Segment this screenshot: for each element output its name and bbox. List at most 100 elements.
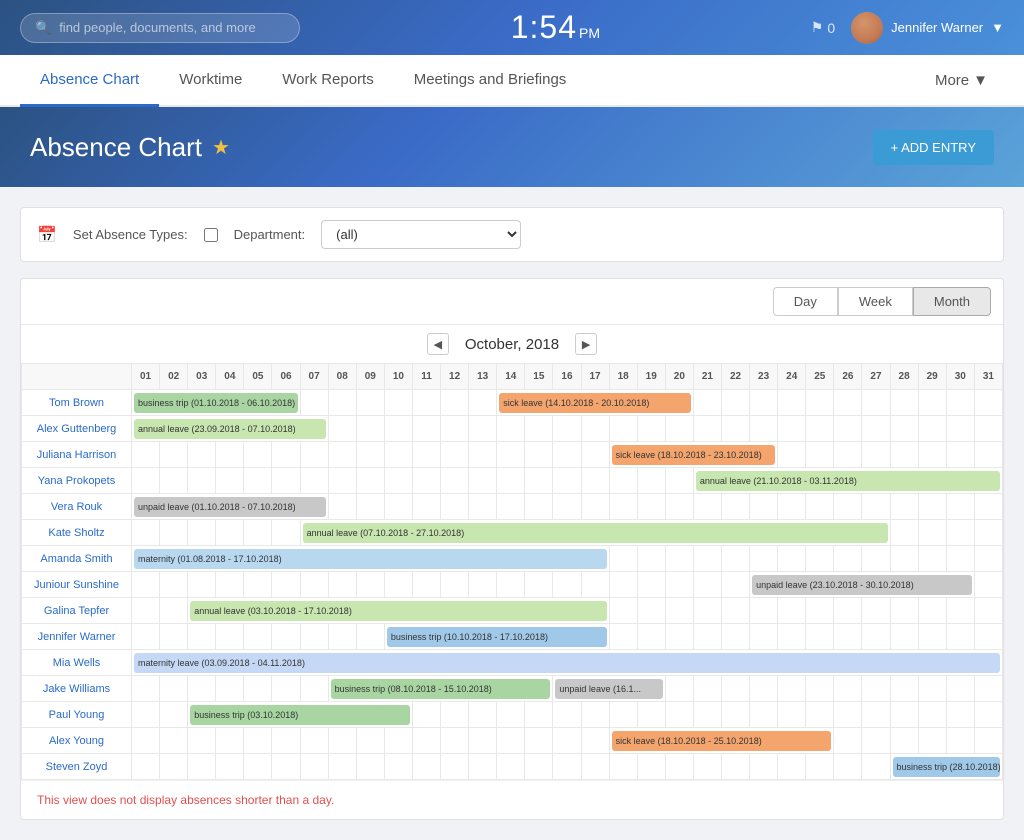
day-cell bbox=[890, 702, 918, 728]
day-cell bbox=[272, 754, 300, 780]
view-month-button[interactable]: Month bbox=[913, 287, 991, 316]
absence-types-checkbox[interactable] bbox=[204, 228, 218, 242]
absence-bar[interactable]: annual leave (21.10.2018 - 03.11.2018) bbox=[696, 471, 1000, 491]
day-cell bbox=[918, 390, 946, 416]
calendar-table-container: 0102030405060708091011121314151617181920… bbox=[21, 363, 1003, 780]
day-cell bbox=[132, 728, 160, 754]
day-cell bbox=[581, 754, 609, 780]
day-cell bbox=[328, 442, 356, 468]
day-cell bbox=[890, 624, 918, 650]
day-cell bbox=[637, 598, 665, 624]
nav-work-reports[interactable]: Work Reports bbox=[262, 55, 393, 107]
notification-icon[interactable]: ⚑ 0 bbox=[811, 19, 835, 36]
day-cell bbox=[216, 520, 244, 546]
day-cell bbox=[721, 676, 749, 702]
day-cell bbox=[693, 416, 721, 442]
employee-name[interactable]: Jake Williams bbox=[22, 676, 132, 702]
absence-bar[interactable]: sick leave (18.10.2018 - 23.10.2018) bbox=[612, 445, 776, 465]
absence-bar[interactable]: business trip (03.10.2018) bbox=[190, 705, 410, 725]
nav-more[interactable]: More ▼ bbox=[919, 55, 1004, 105]
employee-name[interactable]: Steven Zoyd bbox=[22, 754, 132, 780]
employee-name[interactable]: Galina Tepfer bbox=[22, 598, 132, 624]
absence-bar[interactable]: business trip (08.10.2018 - 15.10.2018) bbox=[331, 679, 551, 699]
employee-name[interactable]: Yana Prokopets bbox=[22, 468, 132, 494]
day-cell bbox=[750, 598, 778, 624]
prev-month-button[interactable]: ◀ bbox=[427, 333, 449, 355]
calendar-card: Day Week Month ◀ October, 2018 ▶ 0102030… bbox=[20, 278, 1004, 820]
day-cell bbox=[328, 572, 356, 598]
day-cell bbox=[356, 468, 384, 494]
absence-bar[interactable]: annual leave (23.09.2018 - 07.10.2018) bbox=[134, 419, 326, 439]
absence-bar[interactable]: annual leave (03.10.2018 - 17.10.2018) bbox=[190, 601, 606, 621]
absence-bar[interactable]: annual leave (07.10.2018 - 27.10.2018) bbox=[303, 523, 888, 543]
employee-name[interactable]: Alex Guttenberg bbox=[22, 416, 132, 442]
day-cell bbox=[132, 468, 160, 494]
day-cell bbox=[553, 468, 581, 494]
day-cell bbox=[497, 728, 525, 754]
day-cell bbox=[216, 728, 244, 754]
absence-bar[interactable]: sick leave (14.10.2018 - 20.10.2018) bbox=[499, 393, 691, 413]
day-cell bbox=[918, 702, 946, 728]
day-cell: sick leave (14.10.2018 - 20.10.2018) bbox=[497, 390, 694, 416]
day-cell bbox=[272, 624, 300, 650]
employee-name[interactable]: Amanda Smith bbox=[22, 546, 132, 572]
day-cell bbox=[721, 416, 749, 442]
day-cell bbox=[862, 598, 890, 624]
page-title-container: Absence Chart ★ bbox=[30, 132, 230, 163]
day-cell bbox=[665, 702, 693, 728]
day-cell bbox=[469, 442, 497, 468]
absence-bar[interactable]: maternity leave (03.09.2018 - 04.11.2018… bbox=[134, 653, 1000, 673]
day-cell bbox=[750, 546, 778, 572]
absence-bar[interactable]: business trip (01.10.2018 - 06.10.2018) bbox=[134, 393, 298, 413]
day-cell bbox=[637, 624, 665, 650]
day-cell: annual leave (21.10.2018 - 03.11.2018) bbox=[693, 468, 1002, 494]
employee-name[interactable]: Tom Brown bbox=[22, 390, 132, 416]
day-cell bbox=[497, 494, 525, 520]
day-cell bbox=[918, 676, 946, 702]
absence-bar[interactable]: business trip (10.10.2018 - 17.10.2018) bbox=[387, 627, 607, 647]
absence-bar[interactable]: sick leave (18.10.2018 - 25.10.2018) bbox=[612, 731, 832, 751]
day-cell bbox=[806, 702, 834, 728]
view-day-button[interactable]: Day bbox=[773, 287, 838, 316]
day-cell bbox=[132, 676, 160, 702]
day-cell bbox=[609, 572, 637, 598]
favorite-star-icon[interactable]: ★ bbox=[212, 135, 230, 160]
absence-bar[interactable]: unpaid leave (16.1... bbox=[555, 679, 662, 699]
day-header-18: 18 bbox=[609, 364, 637, 390]
day-cell bbox=[160, 754, 188, 780]
day-cell bbox=[356, 416, 384, 442]
user-profile[interactable]: Jennifer Warner ▼ bbox=[851, 12, 1004, 44]
search-input[interactable] bbox=[59, 20, 285, 35]
employee-name[interactable]: Alex Young bbox=[22, 728, 132, 754]
day-cell bbox=[356, 624, 384, 650]
day-cell bbox=[918, 442, 946, 468]
topbar-right: ⚑ 0 Jennifer Warner ▼ bbox=[811, 12, 1004, 44]
day-cell bbox=[272, 728, 300, 754]
day-cell bbox=[946, 520, 974, 546]
nav-worktime[interactable]: Worktime bbox=[159, 55, 262, 107]
employee-name[interactable]: Vera Rouk bbox=[22, 494, 132, 520]
nav-meetings[interactable]: Meetings and Briefings bbox=[394, 55, 587, 107]
next-month-button[interactable]: ▶ bbox=[575, 333, 597, 355]
day-cell bbox=[637, 416, 665, 442]
nav-absence-chart[interactable]: Absence Chart bbox=[20, 55, 159, 107]
search-box[interactable]: 🔍 bbox=[20, 13, 300, 43]
day-cell bbox=[862, 728, 890, 754]
employee-name[interactable]: Juniour Sunshine bbox=[22, 572, 132, 598]
employee-name[interactable]: Mia Wells bbox=[22, 650, 132, 676]
employee-name[interactable]: Kate Sholtz bbox=[22, 520, 132, 546]
view-week-button[interactable]: Week bbox=[838, 287, 913, 316]
absence-bar[interactable]: unpaid leave (01.10.2018 - 07.10.2018) bbox=[134, 497, 326, 517]
absence-bar[interactable]: maternity (01.08.2018 - 17.10.2018) bbox=[134, 549, 607, 569]
employee-name[interactable]: Jennifer Warner bbox=[22, 624, 132, 650]
employee-name[interactable]: Paul Young bbox=[22, 702, 132, 728]
employee-name[interactable]: Juliana Harrison bbox=[22, 442, 132, 468]
day-cell bbox=[862, 676, 890, 702]
absence-bar[interactable]: business trip (28.10.2018) bbox=[893, 757, 1000, 777]
table-row: Jennifer Warner business trip (10.10.2018… bbox=[22, 624, 1003, 650]
absence-bar[interactable]: unpaid leave (23.10.2018 - 30.10.2018) bbox=[752, 575, 972, 595]
user-dropdown-icon[interactable]: ▼ bbox=[991, 20, 1004, 35]
add-entry-button[interactable]: + ADD ENTRY bbox=[873, 130, 994, 165]
department-select[interactable]: (all) bbox=[321, 220, 521, 249]
day-cell bbox=[834, 494, 862, 520]
